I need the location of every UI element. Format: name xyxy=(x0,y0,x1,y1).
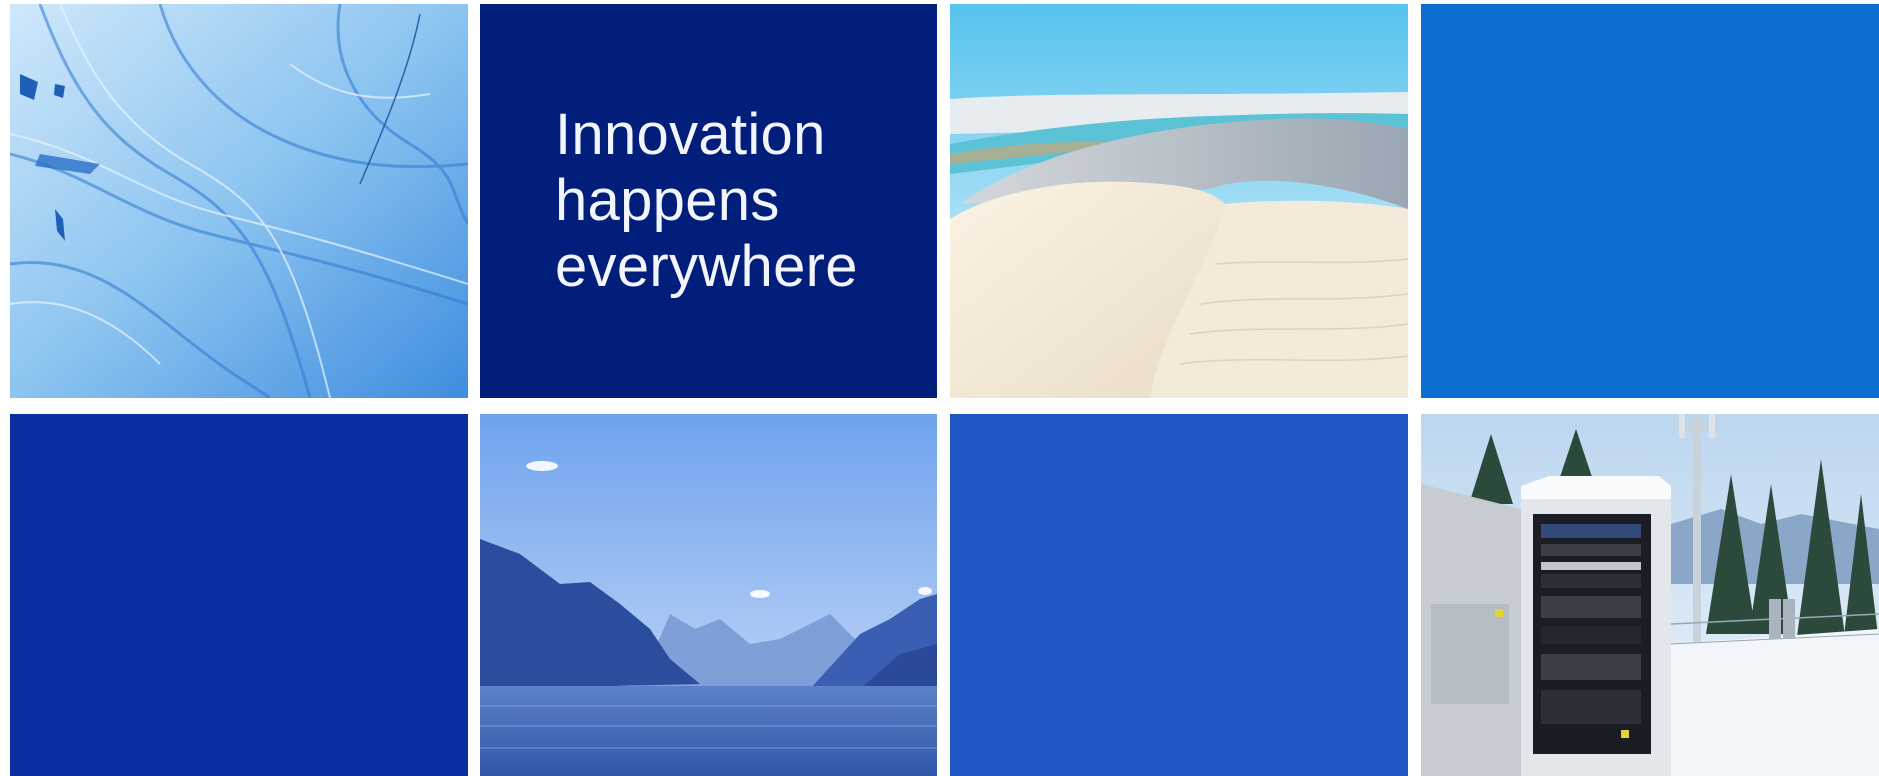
relief-map-photo xyxy=(10,4,468,398)
mountain-lake-photo xyxy=(480,414,937,776)
headline-line-3: everywhere xyxy=(555,234,858,299)
telecom-cabinet-tile xyxy=(1421,414,1879,776)
headline-text: Innovation happens everywhere xyxy=(555,102,858,300)
solid-azure-tile xyxy=(1421,4,1879,398)
sand-dunes-photo xyxy=(950,4,1408,398)
telecom-cabinet-photo xyxy=(1421,414,1879,776)
sand-dunes-tile xyxy=(950,4,1408,398)
headline-tile: Innovation happens everywhere xyxy=(480,4,937,398)
relief-map-tile xyxy=(10,4,468,398)
mountain-lake-tile xyxy=(480,414,937,776)
solid-royal-tile xyxy=(10,414,468,776)
headline-line-2: happens xyxy=(555,168,780,233)
headline-line-1: Innovation xyxy=(555,102,826,167)
solid-cobalt-tile xyxy=(950,414,1408,776)
